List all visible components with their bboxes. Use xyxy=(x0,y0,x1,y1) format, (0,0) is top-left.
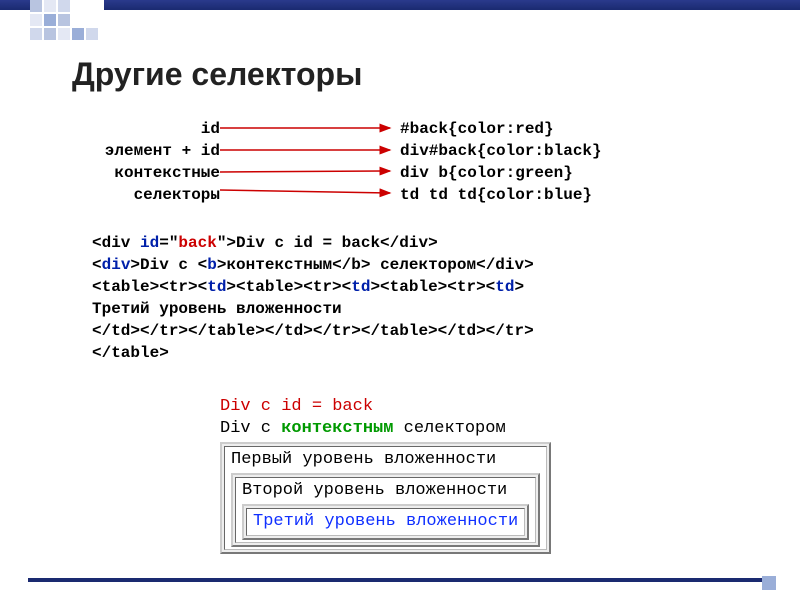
nest-cell-2: Второй уровень вложенности Третий уровен… xyxy=(235,477,536,543)
nested-table-3: Третий уровень вложенности xyxy=(242,504,529,540)
top-bar-right xyxy=(104,0,800,10)
output-line-2: Div с контекстным селектором xyxy=(220,418,551,440)
output-line-1: Div с id = back xyxy=(220,396,551,418)
nest-cell-3: Третий уровень вложенности xyxy=(246,508,525,536)
arrows-svg xyxy=(220,118,400,213)
rendered-output: Div с id = back Div с контекстным селект… xyxy=(220,396,551,554)
label-context-2: селекторы xyxy=(30,184,220,206)
css-line-1: #back{color:red} xyxy=(400,118,602,140)
css-line-2: div#back{color:black} xyxy=(400,140,602,162)
top-bar-left xyxy=(0,0,30,10)
selector-labels: id элемент + id контекстные селекторы xyxy=(30,118,220,206)
bottom-divider xyxy=(28,578,772,582)
html-code-block: <div id="back">Div с id = back</div> <di… xyxy=(92,232,534,364)
decor-squares xyxy=(30,0,98,32)
css-line-3: div b{color:green} xyxy=(400,162,602,184)
css-examples: #back{color:red} div#back{color:black} d… xyxy=(400,118,602,206)
label-id: id xyxy=(30,118,220,140)
label-context-1: контекстные xyxy=(30,162,220,184)
nested-table-2: Второй уровень вложенности Третий уровен… xyxy=(231,473,540,547)
nested-table-1: Первый уровень вложенности Второй уровен… xyxy=(220,442,551,554)
bottom-square xyxy=(762,576,776,590)
slide-title: Другие селекторы xyxy=(72,56,362,93)
nest-cell-1: Первый уровень вложенности Второй уровен… xyxy=(224,446,547,550)
css-line-4: td td td{color:blue} xyxy=(400,184,602,206)
label-element-id: элемент + id xyxy=(30,140,220,162)
